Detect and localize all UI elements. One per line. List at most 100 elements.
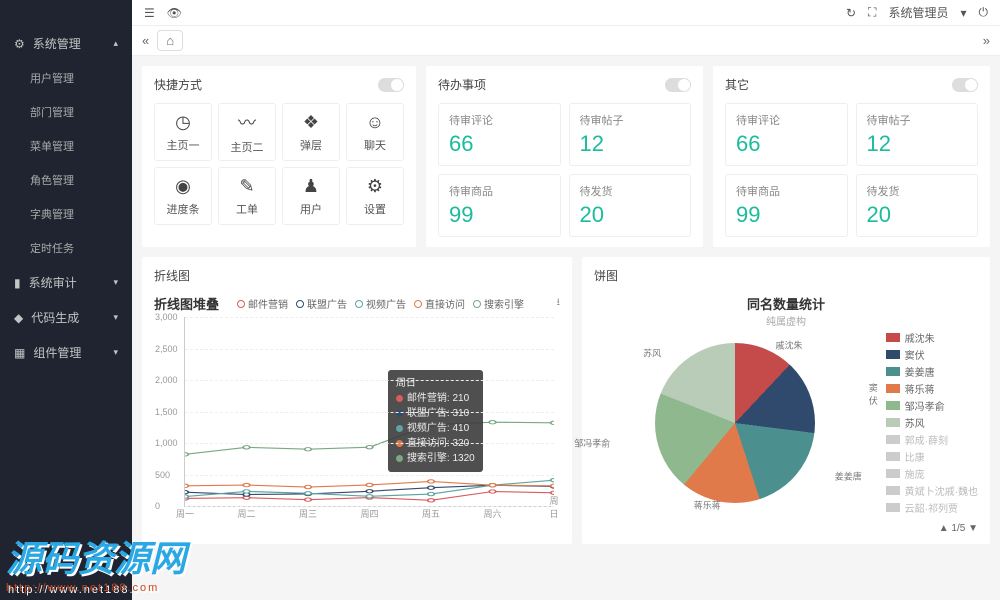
shortcut-label: 用户 — [300, 201, 322, 217]
legend-item[interactable]: 视频广告 — [355, 296, 406, 311]
stat-value: 99 — [449, 202, 550, 228]
shortcut-item[interactable]: 〰主页二 — [218, 103, 276, 161]
download-icon[interactable]: ⭳ — [557, 295, 561, 312]
group-icon: ⚙ — [14, 37, 25, 51]
card-todo: 待办事项 待审评论66待审帖子12 待审商品 99 待发货20 — [426, 66, 703, 247]
shortcut-label: 主页二 — [231, 139, 264, 155]
sidebar-item[interactable]: 部门管理 — [0, 95, 132, 129]
card-toggle[interactable] — [952, 78, 978, 92]
chart-subtitle: 纯属虚构 — [594, 313, 978, 328]
legend-item[interactable]: 蒋乐蒋 — [886, 381, 978, 396]
shortcut-icon: ◉ — [175, 176, 191, 197]
shortcut-item[interactable]: ✎工单 — [218, 167, 276, 225]
legend-item[interactable]: 搜索引擎 — [473, 296, 524, 311]
shortcut-item[interactable]: ♟ 用户 — [282, 167, 340, 225]
legend-item[interactable]: 姜姜唐 — [886, 364, 978, 379]
legend-item[interactable]: 联盟广告 — [296, 296, 347, 311]
card-other: 其它 待审评论 66 待审帖子 12 待审商品99 待发货 20 — [713, 66, 990, 247]
chart-tooltip: 周日邮件营销: 210联盟广告: 310视频广告: 410直接访问: 320搜索… — [388, 370, 483, 472]
stat-value: 12 — [867, 131, 968, 157]
legend-pager[interactable]: ▲ 1/5 ▼ — [594, 523, 978, 534]
stat-label: 待审帖子 — [867, 112, 968, 128]
card-title: 待办事项 — [438, 76, 486, 93]
pie-slice-label: 苏风 — [643, 347, 661, 360]
stat-item[interactable]: 待发货20 — [569, 174, 692, 237]
tab-home[interactable]: ⌂ — [157, 30, 183, 51]
stat-item[interactable]: 待审评论 66 — [725, 103, 848, 166]
menu-toggle-icon[interactable]: ☰ — [144, 6, 155, 20]
shortcut-item[interactable]: ☺ 聊天 — [346, 103, 404, 161]
line-chart[interactable]: 周日邮件营销: 210联盟广告: 310视频广告: 410直接访问: 320搜索… — [184, 317, 554, 507]
card-toggle[interactable] — [378, 78, 404, 92]
shortcut-label: 弹层 — [300, 137, 322, 153]
legend-item[interactable]: 比康 — [886, 449, 978, 464]
legend-item[interactable]: 窦伏 — [886, 347, 978, 362]
shortcut-icon: ⚙ — [367, 176, 383, 197]
sidebar-group[interactable]: ◆代码生成▾ — [0, 300, 132, 335]
tabs-next-icon[interactable]: » — [983, 33, 990, 48]
sidebar-group[interactable]: ▮系统审计▾ — [0, 265, 132, 300]
shortcut-icon: ✎ — [239, 176, 254, 197]
legend-item[interactable]: 戚沈朱 — [886, 330, 978, 345]
shortcut-label: 主页一 — [167, 137, 200, 153]
legend-item[interactable]: 苏风 — [886, 415, 978, 430]
shortcut-label: 进度条 — [167, 201, 200, 217]
sidebar-item[interactable]: 菜单管理 — [0, 129, 132, 163]
shortcut-icon: ☺ — [366, 112, 384, 133]
group-icon: ▦ — [14, 346, 25, 360]
shortcut-item[interactable]: ❖ 弹层 — [282, 103, 340, 161]
chart-title: 同名数量统计 — [594, 294, 978, 313]
shortcut-icon: ♟ — [303, 176, 319, 197]
sidebar-item[interactable]: 角色管理 — [0, 163, 132, 197]
sidebar-item[interactable]: 字典管理 — [0, 197, 132, 231]
pie-slice-label: 姜姜唐 — [835, 469, 862, 482]
user-name[interactable]: 系统管理员 — [888, 4, 948, 21]
sidebar-item[interactable]: 用户管理 — [0, 61, 132, 95]
stat-label: 待审商品 — [449, 183, 550, 199]
stat-item[interactable]: 待审商品 99 — [438, 174, 561, 237]
card-pie-chart: 饼图 同名数量统计 纯属虚构 戚沈朱窦伏姜姜唐蒋乐蒋邹冯孝俞苏风 戚沈朱窦伏姜姜… — [582, 257, 990, 544]
shortcut-item[interactable]: ◷ 主页一 — [154, 103, 212, 161]
shortcut-label: 聊天 — [364, 137, 386, 153]
stat-label: 待审评论 — [736, 112, 837, 128]
shortcut-item[interactable]: ◉ 进度条 — [154, 167, 212, 225]
chart-title: 折线图堆叠 — [154, 294, 219, 313]
tabs-prev-icon[interactable]: « — [142, 33, 149, 48]
legend-item[interactable]: 云韶·祁列贾 — [886, 500, 978, 515]
fullscreen-icon[interactable]: ⛶ — [868, 5, 876, 20]
stat-item[interactable]: 待审帖子 12 — [856, 103, 979, 166]
shortcut-item[interactable]: ⚙ 设置 — [346, 167, 404, 225]
card-line-chart: 折线图 折线图堆叠 邮件营销联盟广告视频广告直接访问搜索引擎 ⭳ 周日邮件营销:… — [142, 257, 572, 544]
card-title: 饼图 — [594, 267, 618, 284]
shortcut-icon: ◷ — [175, 112, 191, 133]
sidebar: ⚙系统管理▴用户管理部门管理菜单管理角色管理字典管理定时任务▮系统审计▾◆代码生… — [0, 0, 132, 600]
stat-value: 99 — [736, 202, 837, 228]
legend-item[interactable]: 邹冯孝俞 — [886, 398, 978, 413]
shortcut-icon: ❖ — [303, 112, 319, 133]
card-toggle[interactable] — [665, 78, 691, 92]
sidebar-group[interactable]: ⚙系统管理▴ — [0, 26, 132, 61]
stat-item[interactable]: 待审商品99 — [725, 174, 848, 237]
stat-value: 20 — [867, 202, 968, 228]
stat-item[interactable]: 待审评论66 — [438, 103, 561, 166]
shortcut-icon: 〰 — [238, 109, 256, 135]
stat-item[interactable]: 待审帖子12 — [569, 103, 692, 166]
power-icon[interactable]: ⏻ — [979, 5, 989, 20]
sidebar-group[interactable]: ▦组件管理▾ — [0, 335, 132, 370]
stat-item[interactable]: 待发货 20 — [856, 174, 979, 237]
stat-value: 66 — [736, 131, 837, 157]
legend-item[interactable]: 黄斌卜沈戚·魏也 — [886, 483, 978, 498]
legend-item[interactable]: 直接访问 — [414, 296, 465, 311]
shortcut-label: 设置 — [364, 201, 386, 217]
stat-label: 待审帖子 — [580, 112, 681, 128]
main: ☰ 👁 ↻ ⛶ 系统管理员 ▾ ⏻ « ⌂ » 快捷方式 ◷主页一〰主页二❖弹层… — [132, 0, 1000, 600]
legend-item[interactable]: 邮件营销 — [237, 296, 288, 311]
chevron-down-icon[interactable]: ▾ — [960, 6, 966, 20]
sidebar-item[interactable]: 定时任务 — [0, 231, 132, 265]
card-title: 其它 — [725, 76, 749, 93]
legend-item[interactable]: 郭成·薛刻 — [886, 432, 978, 447]
refresh-icon[interactable]: ↻ — [846, 6, 856, 20]
eye-icon[interactable]: 👁 — [167, 6, 182, 20]
stat-label: 待发货 — [867, 183, 968, 199]
legend-item[interactable]: 施庞 — [886, 466, 978, 481]
